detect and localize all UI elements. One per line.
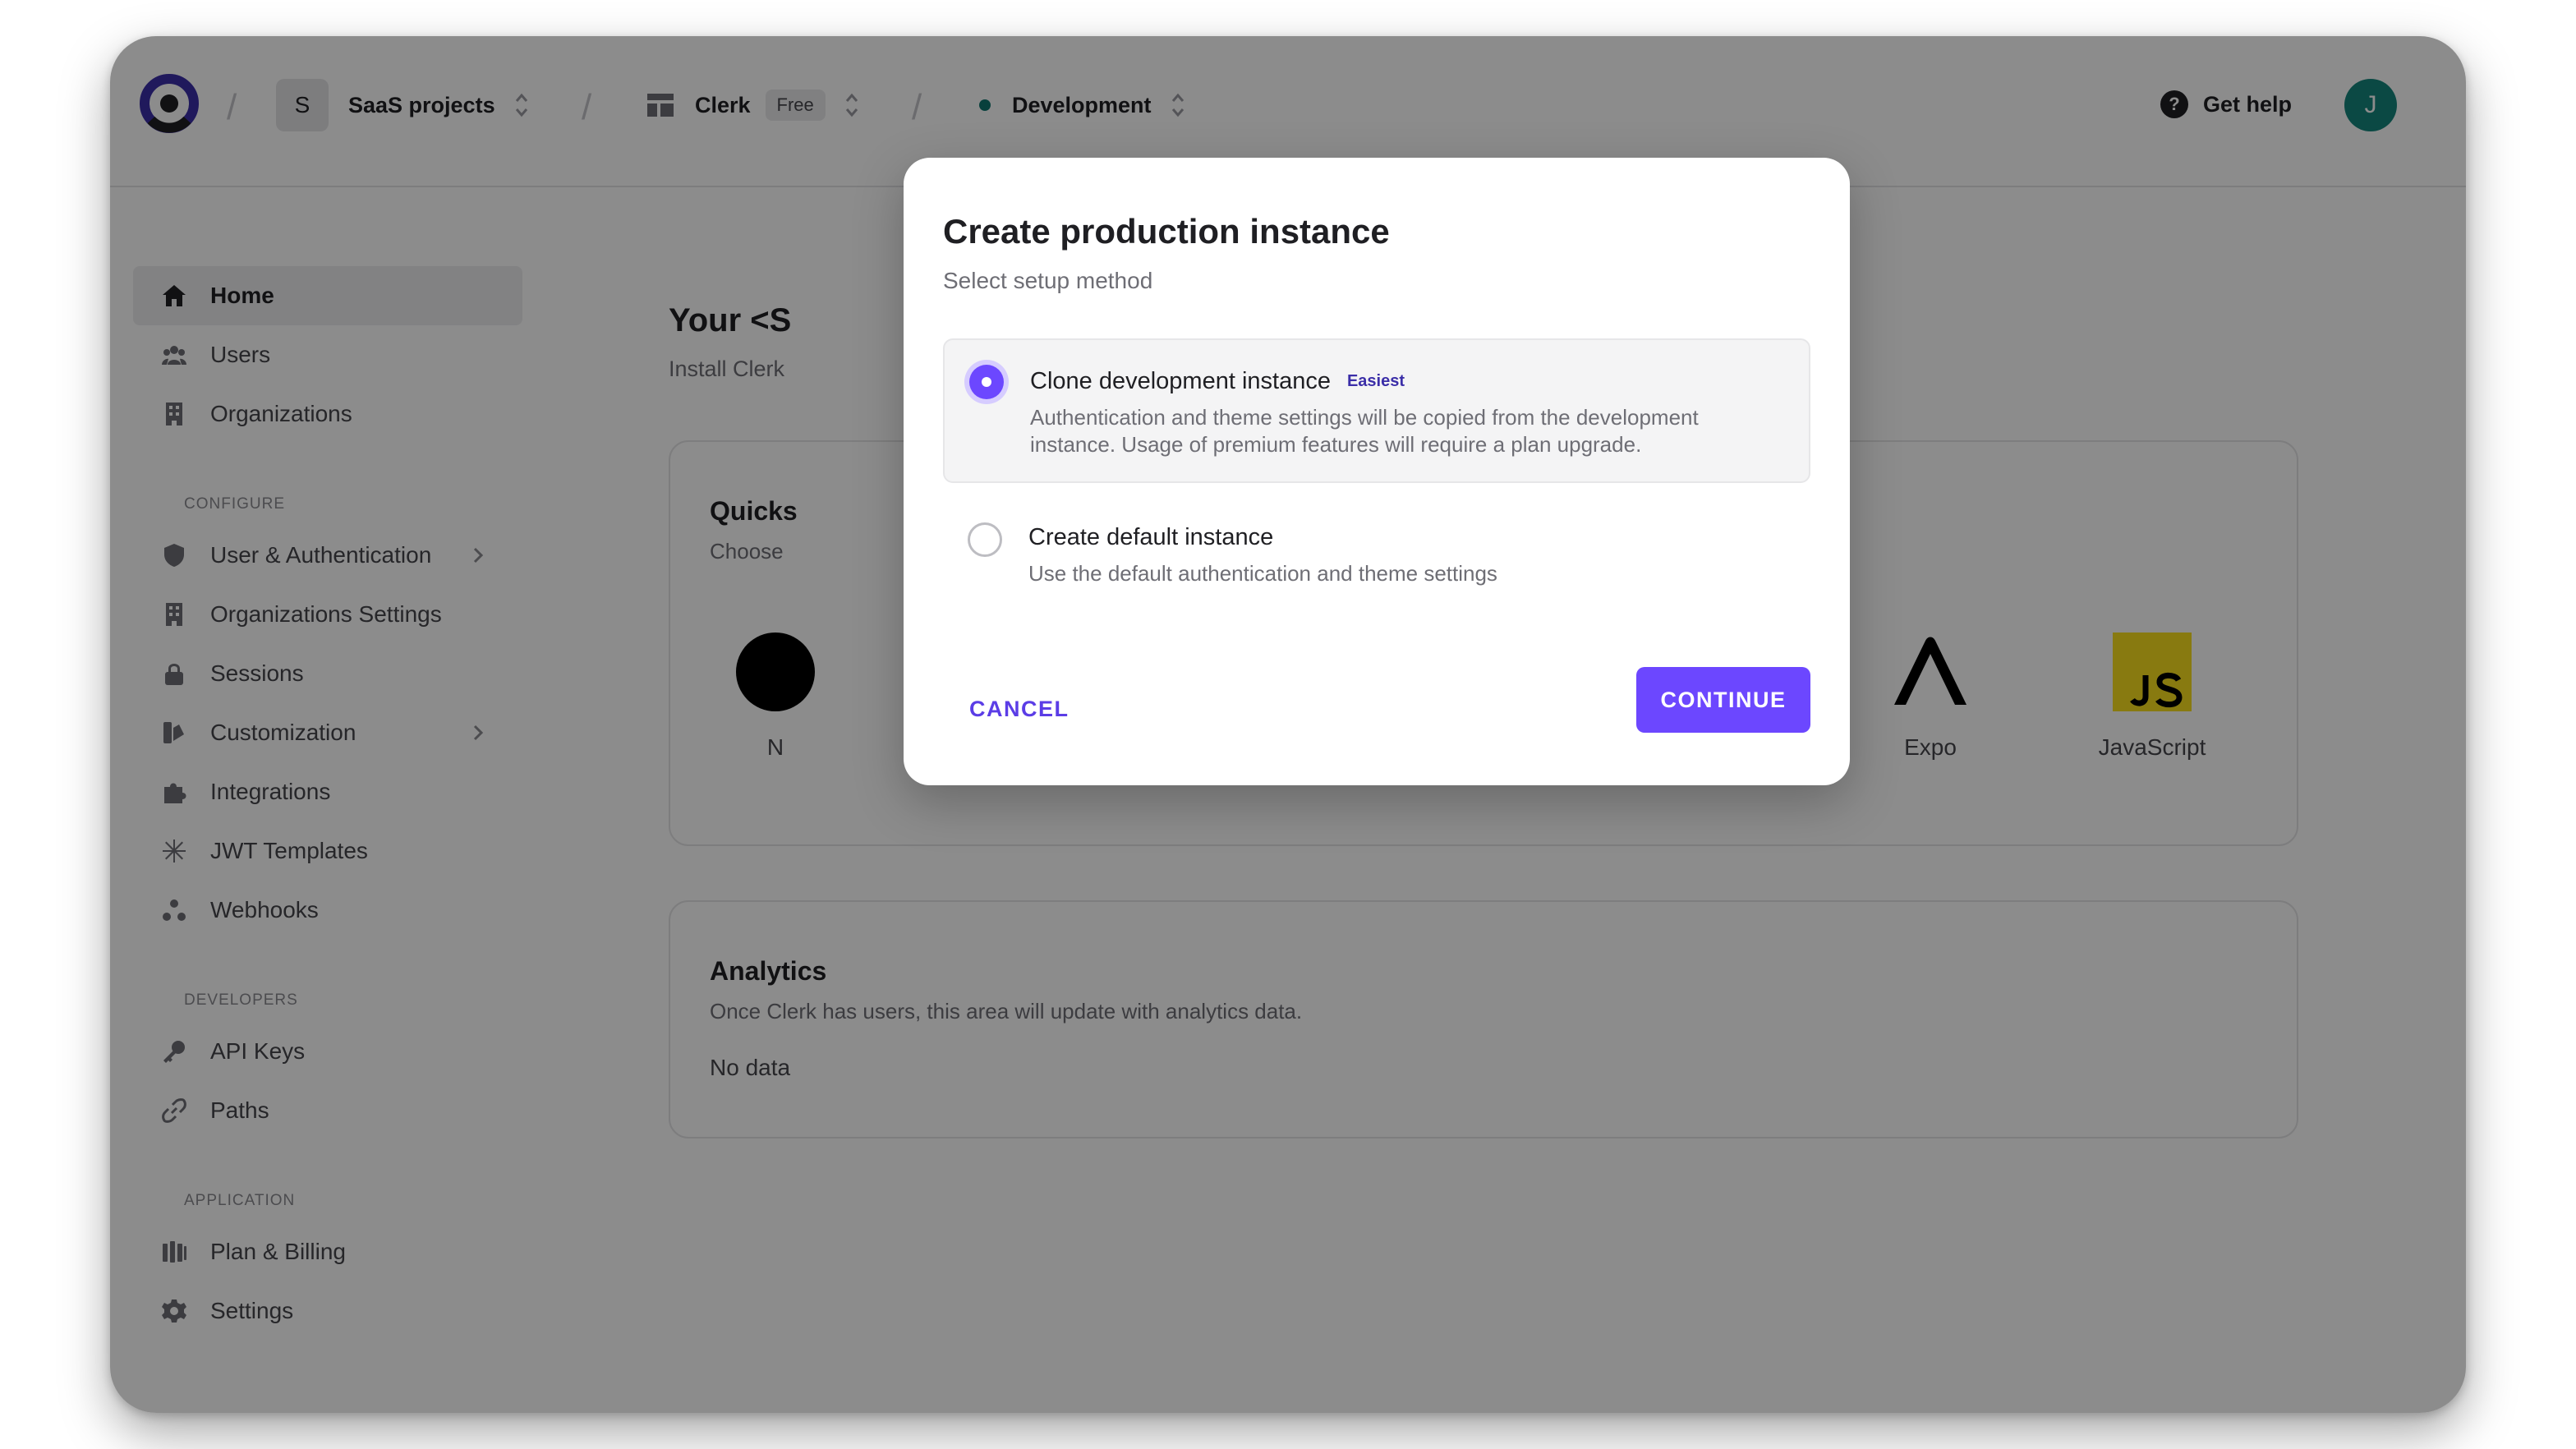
cancel-button[interactable]: CANCEL — [954, 687, 1084, 732]
modal-title: Create production instance — [943, 212, 1390, 251]
radio-selected[interactable] — [969, 365, 1004, 399]
radio-unselected[interactable] — [968, 522, 1002, 557]
option-create-default[interactable]: Create default instance Use the default … — [943, 496, 1810, 624]
create-production-instance-modal: Create production instance Select setup … — [904, 158, 1850, 785]
modal-subtitle: Select setup method — [943, 268, 1153, 293]
continue-button[interactable]: CONTINUE — [1636, 667, 1810, 733]
easiest-badge: Easiest — [1346, 372, 1405, 390]
option-title: Create default instance — [1028, 524, 1273, 551]
option-title-text: Create default instance — [1028, 524, 1274, 550]
option-title-text: Clone development instance — [1030, 368, 1331, 394]
app-window: / S SaaS projects / Clerk Free / Develop… — [110, 36, 2466, 1413]
option-clone-development[interactable]: Clone development instance Easiest Authe… — [943, 338, 1810, 483]
option-description: Authentication and theme settings will b… — [1030, 405, 1699, 457]
option-description: Use the default authentication and theme… — [1028, 561, 1497, 586]
option-title: Clone development instance Easiest — [1030, 368, 1405, 395]
